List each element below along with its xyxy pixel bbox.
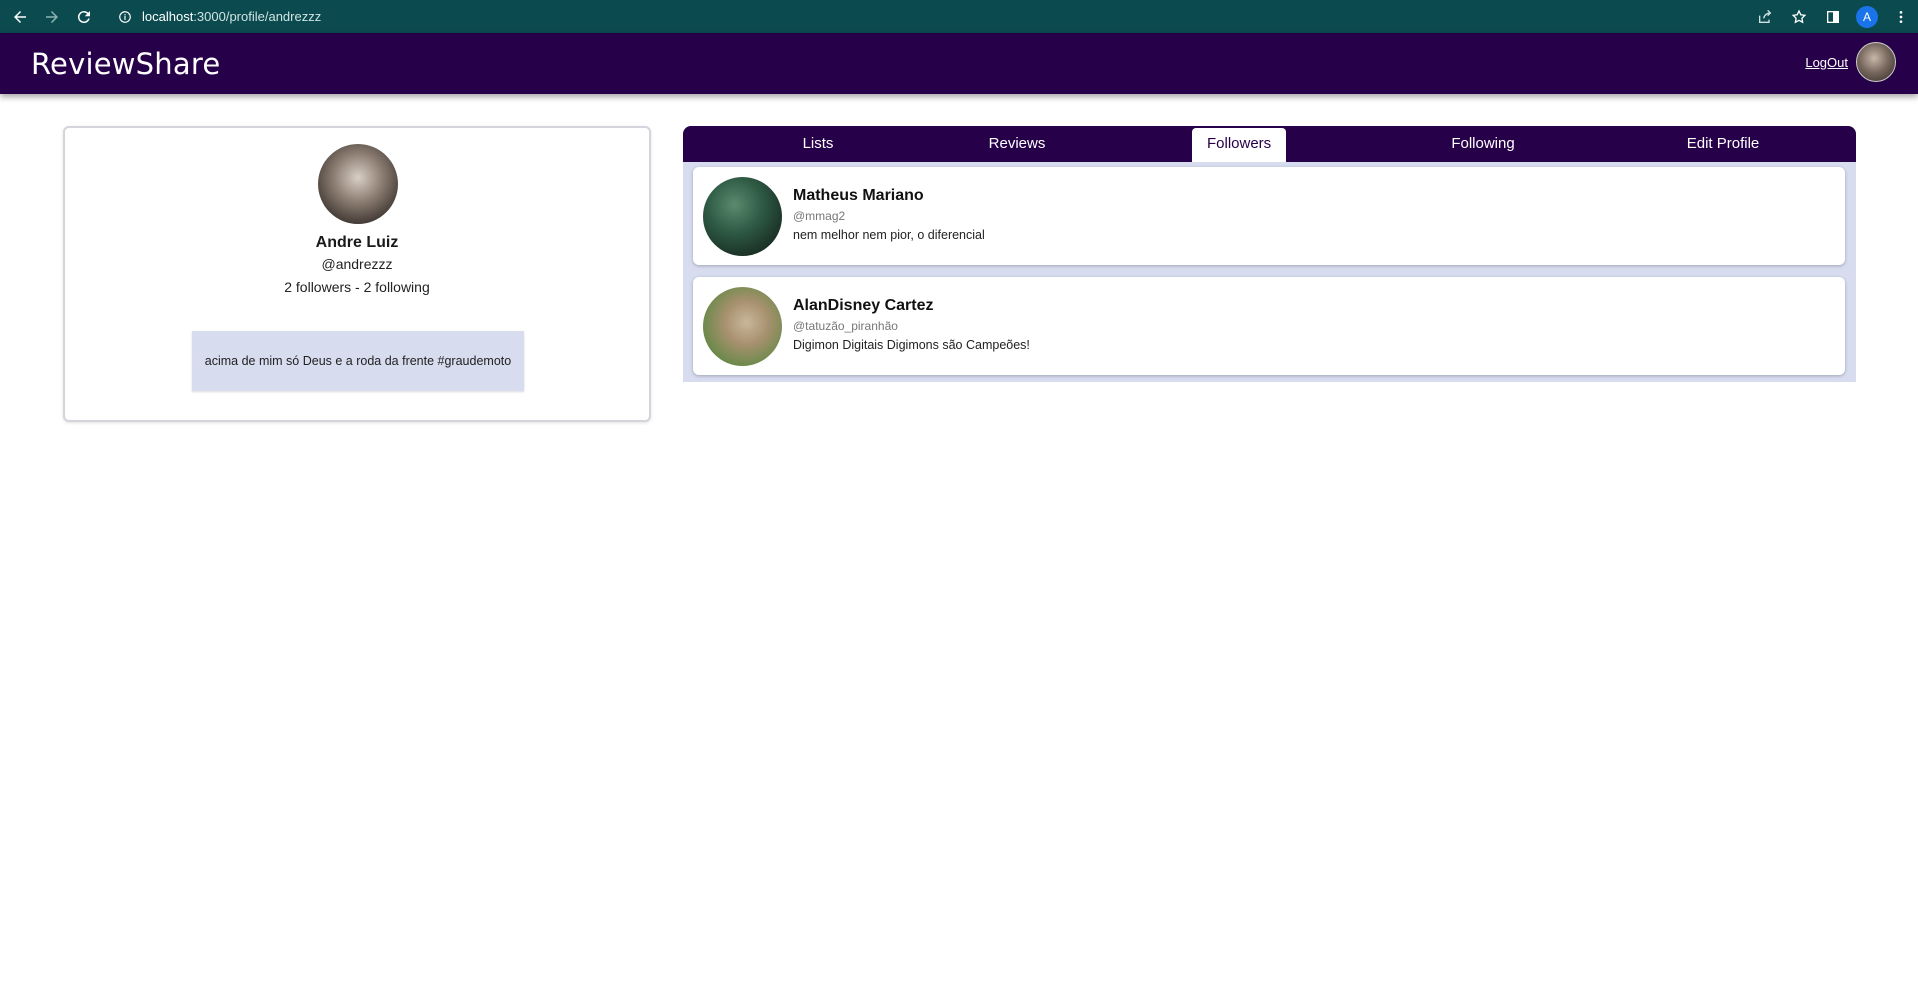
address-bar[interactable]: localhost:3000/profile/andrezzz (108, 4, 1790, 29)
menu-kebab-icon[interactable] (1884, 0, 1918, 33)
profile-bio: acima de mim só Deus e a roda da frente … (192, 331, 524, 391)
reload-button[interactable] (68, 0, 100, 33)
tab-lists[interactable]: Lists (753, 126, 883, 162)
side-panel-icon[interactable] (1816, 0, 1850, 33)
arrow-left-icon (14, 10, 26, 23)
profile-initial: A (1856, 5, 1878, 28)
follower-card[interactable]: Matheus Mariano @mmag2 nem melhor nem pi… (693, 167, 1845, 265)
browser-toolbar: localhost:3000/profile/andrezzz A (0, 0, 1918, 33)
follower-avatar[interactable] (703, 287, 782, 366)
tab-reviews[interactable]: Reviews (947, 126, 1087, 162)
reload-icon (77, 10, 90, 23)
url-path: :3000/profile/andrezzz (193, 9, 322, 24)
tabs-bar: Lists Reviews Followers Following Edit P… (683, 126, 1856, 162)
tab-followers[interactable]: Followers (1192, 128, 1287, 162)
browser-actions: A (1748, 0, 1918, 33)
follower-name[interactable]: AlanDisney Cartez (793, 297, 934, 315)
header-avatar[interactable] (1856, 42, 1896, 82)
bookmark-star-icon[interactable] (1782, 0, 1816, 33)
profile-name: Andre Luiz (315, 234, 399, 251)
follower-card[interactable]: AlanDisney Cartez @tatuzão_piranhão Digi… (693, 277, 1845, 375)
follower-handle: @mmag2 (793, 209, 846, 223)
profile-avatar (318, 144, 398, 224)
tab-following[interactable]: Following (1403, 126, 1563, 162)
logout-link[interactable]: LogOut (1805, 55, 1848, 70)
url-text: localhost:3000/profile/andrezzz (142, 9, 321, 24)
arrow-right-icon (46, 10, 58, 23)
profile-card: Andre Luiz @andrezzz 2 followers - 2 fol… (63, 126, 651, 422)
profile-button[interactable]: A (1850, 0, 1884, 33)
share-icon[interactable] (1748, 0, 1782, 33)
back-button[interactable] (4, 0, 36, 33)
tab-edit-profile[interactable]: Edit Profile (1643, 126, 1803, 162)
profile-handle: @andrezzz (321, 256, 393, 272)
profile-follow-stats: 2 followers - 2 following (284, 279, 430, 295)
url-host: localhost (142, 9, 194, 24)
forward-button[interactable] (36, 0, 68, 33)
brand-logo[interactable]: ReviewShare (31, 47, 220, 81)
app-header: ReviewShare LogOut (0, 33, 1918, 94)
site-info-icon[interactable] (116, 8, 134, 26)
follower-avatar[interactable] (703, 177, 782, 256)
header-user-area: LogOut (1805, 42, 1896, 82)
follower-bio: nem melhor nem pior, o diferencial (793, 228, 985, 242)
profile-tabs-panel: Lists Reviews Followers Following Edit P… (683, 126, 1856, 382)
follower-name[interactable]: Matheus Mariano (793, 187, 924, 205)
follower-bio: Digimon Digitais Digimons são Campeões! (793, 338, 1030, 352)
follower-handle: @tatuzão_piranhão (793, 319, 898, 333)
